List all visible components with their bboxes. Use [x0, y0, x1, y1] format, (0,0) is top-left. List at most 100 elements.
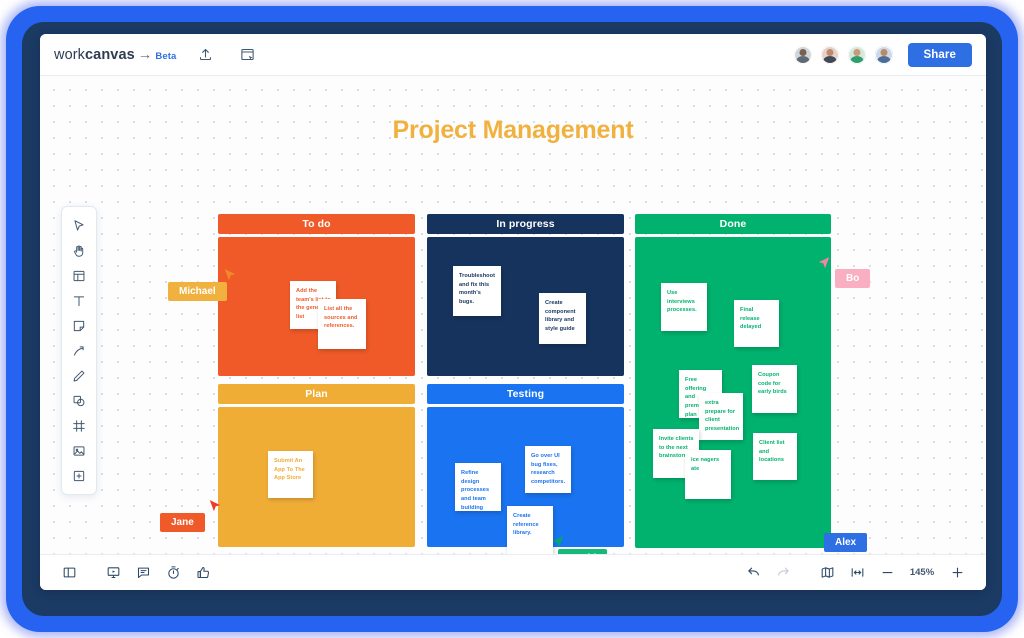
minimap-icon: [821, 567, 833, 578]
app-logo[interactable]: workcanvas → Beta: [54, 47, 176, 63]
sticky-note[interactable]: ice nagers ate: [685, 450, 731, 499]
sticky-note[interactable]: Create reference library.: [507, 506, 553, 554]
column-body-inprogress[interactable]: Troubleshoot and fix this month's bugs. C…: [427, 237, 624, 376]
board-select-icon: [241, 48, 254, 61]
cursor-icon: [74, 219, 84, 231]
sticky-note[interactable]: Final release delayed: [734, 300, 779, 347]
cursor-pointer-icon: [813, 520, 825, 532]
sticky-note[interactable]: Client list and locations: [753, 433, 797, 480]
avatar-face: [794, 46, 811, 63]
avatar-face: [875, 46, 892, 63]
hand-icon: [74, 244, 84, 257]
template-icon: [73, 270, 85, 281]
avatar-body: [795, 56, 810, 63]
board-canvas[interactable]: Project Management To do Add the team's …: [40, 76, 986, 554]
pen-tool[interactable]: [64, 363, 94, 388]
column-header-testing: Testing: [427, 384, 624, 404]
kanban-column-done[interactable]: Done Use interviews processes. Final relea…: [635, 214, 831, 548]
logo-arrow: →: [137, 46, 153, 63]
sticky-note[interactable]: Troubleshoot and fix this month's bugs.: [453, 266, 501, 316]
avatar[interactable]: [872, 43, 895, 66]
redo-icon: [777, 567, 789, 576]
text-icon: [73, 295, 85, 306]
avatar-head: [799, 49, 807, 57]
column-header-inprogress: In progress: [427, 214, 624, 234]
text-tool[interactable]: [64, 288, 94, 313]
avatar-body: [822, 56, 837, 63]
cursor-label: Bo: [835, 269, 871, 288]
minimap-button[interactable]: [812, 560, 842, 586]
thumbs-up-icon: [196, 566, 209, 579]
avatar-face: [848, 46, 865, 63]
reactions-button[interactable]: [188, 560, 218, 586]
zoom-in-button[interactable]: [942, 560, 972, 586]
sticky-note[interactable]: extra prepare for client presentation: [699, 393, 743, 440]
zoom-level-label[interactable]: 145%: [902, 567, 942, 578]
hand-tool[interactable]: [64, 238, 94, 263]
presentation-button[interactable]: [98, 560, 128, 586]
avatar[interactable]: [791, 43, 814, 66]
bottom-right-group: 145%: [738, 560, 972, 586]
kanban-column-plan[interactable]: Plan Submit An App To The App Store: [218, 384, 415, 547]
comments-button[interactable]: [128, 560, 158, 586]
sticky-note[interactable]: Submit An App To The App Store: [268, 451, 313, 498]
topbar-right-group: Share: [787, 42, 972, 67]
upload-button[interactable]: [192, 42, 218, 68]
column-body-plan[interactable]: Submit An App To The App Store: [218, 407, 415, 547]
cursor-label: Alex: [824, 533, 868, 552]
arrow-tool[interactable]: [64, 338, 94, 363]
tool-palette: [61, 206, 97, 495]
sticky-note-tool[interactable]: [64, 313, 94, 338]
zoom-out-button[interactable]: [872, 560, 902, 586]
board-select-button[interactable]: [234, 42, 260, 68]
page-title: Project Management: [392, 116, 634, 144]
top-toolbar: workcanvas → Beta Share: [40, 34, 986, 76]
template-tool[interactable]: [64, 263, 94, 288]
cursor-tool[interactable]: [64, 213, 94, 238]
avatar[interactable]: [845, 43, 868, 66]
shapes-icon: [73, 395, 85, 406]
cursor-pointer-icon: [209, 500, 221, 512]
column-body-todo[interactable]: Add the team's list to the general list L…: [218, 237, 415, 376]
fit-width-button[interactable]: [842, 560, 872, 586]
arrow-icon: [73, 345, 84, 356]
zoom-in-icon: [952, 567, 962, 578]
kanban-column-todo[interactable]: To do Add the team's list to the general …: [218, 214, 415, 376]
add-tool[interactable]: [64, 463, 94, 488]
app-window: workcanvas → Beta Share Project Manageme…: [40, 34, 986, 590]
avatar-face: [821, 46, 838, 63]
cursor-tag-michael: Michael: [168, 269, 236, 301]
panel-icon: [63, 567, 75, 578]
redo-button[interactable]: [768, 560, 798, 586]
frame-icon: [73, 419, 85, 432]
plus-box-icon: [73, 470, 85, 481]
sticky-note[interactable]: Refine design processes and team buildin…: [455, 463, 501, 511]
avatar-body: [849, 56, 864, 63]
kanban-column-inprogress[interactable]: In progress Troubleshoot and fix this mon…: [427, 214, 624, 376]
timer-button[interactable]: [158, 560, 188, 586]
pen-icon: [73, 370, 85, 381]
cursor-tag-alex: Alex: [813, 520, 868, 552]
avatar-head: [880, 49, 888, 57]
image-tool[interactable]: [64, 438, 94, 463]
frame-tool[interactable]: [64, 413, 94, 438]
share-button[interactable]: Share: [907, 42, 972, 67]
beta-badge: Beta: [155, 50, 177, 62]
column-body-testing[interactable]: Refine design processes and team buildin…: [427, 407, 624, 554]
kanban-column-testing[interactable]: Testing Refine design processes and team …: [427, 384, 624, 554]
column-header-done: Done: [635, 214, 831, 234]
sticky-note[interactable]: Create component library and style guide: [539, 293, 586, 344]
column-body-done[interactable]: Use interviews processes. Final release d…: [635, 237, 831, 548]
undo-button[interactable]: [738, 560, 768, 586]
sticky-note[interactable]: Use interviews processes.: [661, 283, 707, 331]
panel-toggle-button[interactable]: [54, 560, 84, 586]
cursor-tag-bo: Bo: [818, 257, 871, 288]
presentation-icon: [107, 567, 119, 579]
cursor-pointer-icon: [224, 269, 236, 281]
sticky-note[interactable]: Go over UI bug fixes, research competito…: [525, 446, 571, 493]
sticky-note[interactable]: List all the sources and references.: [318, 299, 366, 349]
avatar[interactable]: [818, 43, 841, 66]
sticky-note[interactable]: Coupon code for early birds: [752, 365, 797, 413]
zoom-out-icon: [882, 571, 892, 574]
shapes-tool[interactable]: [64, 388, 94, 413]
